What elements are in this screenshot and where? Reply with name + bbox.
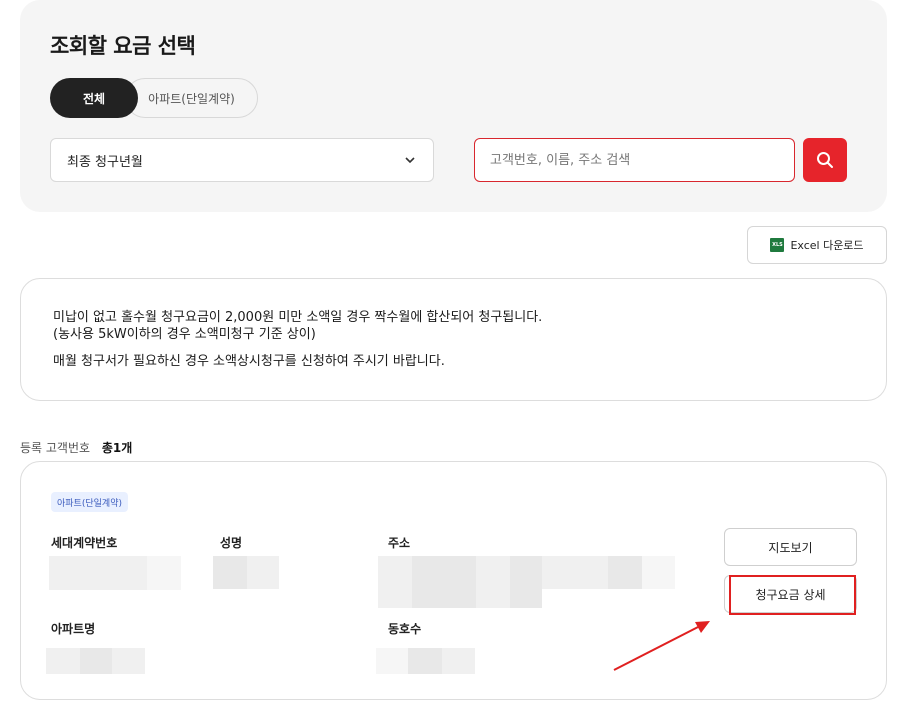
billing-period-value: 최종 청구년월 bbox=[67, 154, 143, 170]
billing-notice: 미납이 없고 홀수월 청구요금이 2,000원 미만 소액일 경우 짝수월에 합… bbox=[20, 278, 887, 401]
annotation-arrow bbox=[613, 621, 710, 671]
search-input[interactable] bbox=[474, 138, 795, 182]
billing-detail-button[interactable]: 청구요금 상세 bbox=[724, 575, 857, 613]
tab-apartment[interactable]: 아파트(단일계약) bbox=[125, 78, 258, 118]
tab-all[interactable]: 전체 bbox=[50, 78, 138, 118]
search-icon bbox=[817, 152, 833, 168]
billing-period-select[interactable]: 최종 청구년월 bbox=[50, 138, 434, 182]
contract-type-badge: 아파트(단일계약) bbox=[51, 492, 128, 512]
page-title: 조회할 요금 선택 bbox=[50, 34, 196, 58]
excel-icon: XLS bbox=[770, 238, 785, 252]
contract-no-label: 세대계약번호 bbox=[51, 536, 118, 550]
unit-label: 동호수 bbox=[388, 622, 422, 636]
filter-panel: 조회할 요금 선택 아파트(단일계약) 전체 최종 청구년월 bbox=[20, 0, 887, 212]
address-label: 주소 bbox=[388, 536, 411, 550]
customer-card: 아파트(단일계약) 세대계약번호 성명 주소 아파트명 동호수 지도보기 청구요… bbox=[20, 461, 887, 700]
registered-count: 등록 고객번호 총1개 bbox=[20, 439, 132, 456]
registered-label: 등록 고객번호 bbox=[20, 441, 91, 455]
excel-download-label: Excel 다운로드 bbox=[790, 239, 864, 252]
registered-total: 총1개 bbox=[101, 441, 133, 455]
notice-line-2: (농사용 5kW이하의 경우 소액미청구 기준 상이) bbox=[53, 327, 316, 342]
excel-download-button[interactable]: XLS Excel 다운로드 bbox=[747, 226, 887, 264]
notice-line-3: 매월 청구서가 필요하신 경우 소액상시청구를 신청하여 주시기 바랍니다. bbox=[53, 354, 445, 369]
name-label: 성명 bbox=[220, 536, 243, 550]
chevron-down-icon bbox=[405, 157, 415, 164]
search-button[interactable] bbox=[803, 138, 847, 182]
notice-line-1: 미납이 없고 홀수월 청구요금이 2,000원 미만 소액일 경우 짝수월에 합… bbox=[53, 310, 543, 325]
map-view-button[interactable]: 지도보기 bbox=[724, 528, 857, 566]
apartment-label: 아파트명 bbox=[51, 622, 96, 636]
